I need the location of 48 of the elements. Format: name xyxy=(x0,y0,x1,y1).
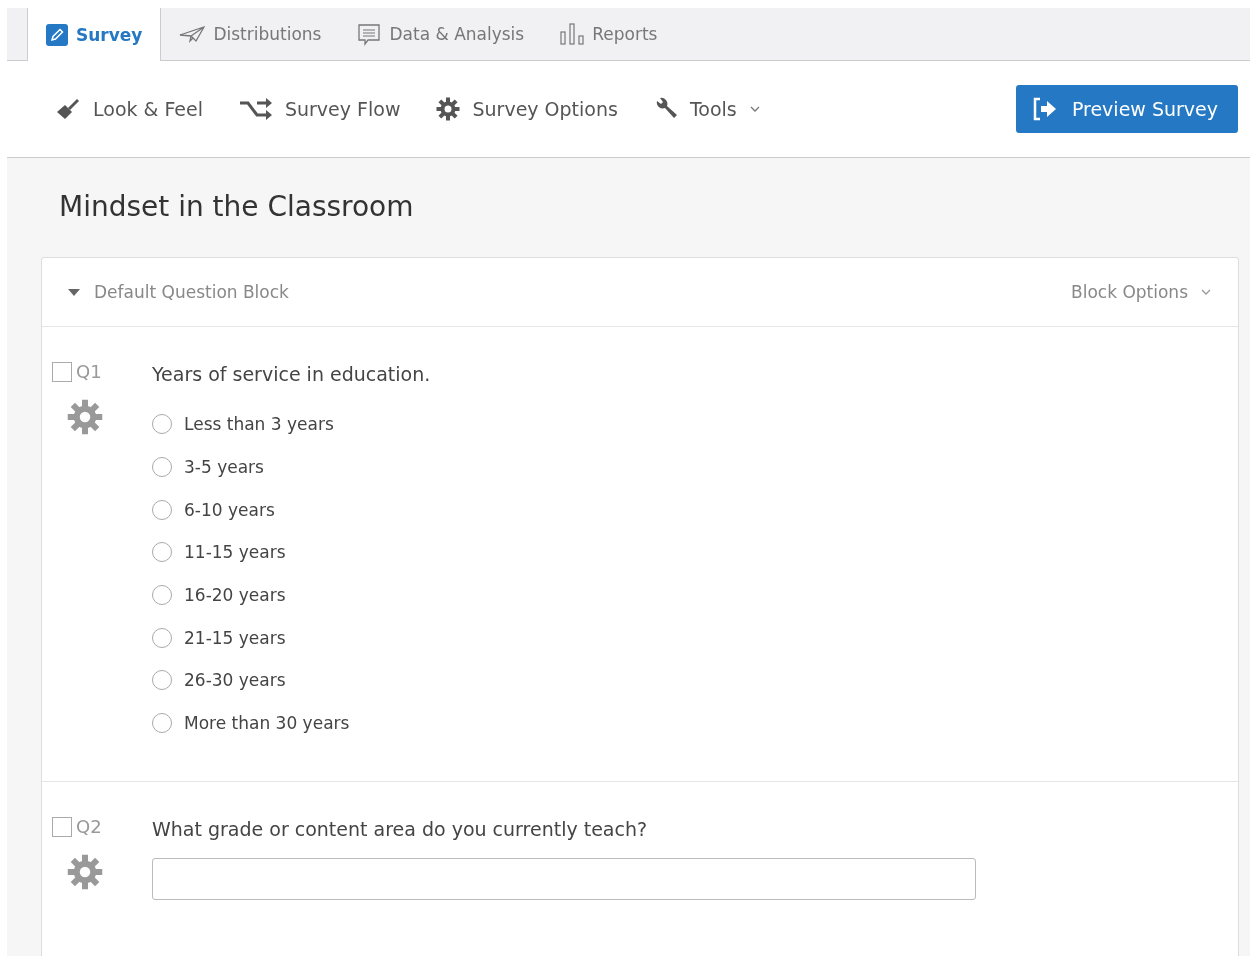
radio-button[interactable] xyxy=(152,713,172,734)
shuffle-icon xyxy=(238,97,273,121)
pencil-icon xyxy=(46,23,68,46)
tab[interactable]: Distributions xyxy=(161,8,340,60)
choice-label: 6-10 years xyxy=(184,499,275,520)
question-checkbox[interactable] xyxy=(52,816,72,837)
radio-button[interactable] xyxy=(152,627,172,648)
choice-label: 26-30 years xyxy=(184,670,286,691)
settings-icon[interactable] xyxy=(67,399,103,435)
choice-label: 3-5 years xyxy=(184,457,264,478)
radio-button[interactable] xyxy=(152,542,172,563)
radio-button[interactable] xyxy=(152,414,172,435)
choice-label: More than 30 years xyxy=(184,713,350,734)
survey-title: Mindset in the Classroom xyxy=(59,190,415,223)
tab[interactable]: Data & Analysis xyxy=(339,8,543,60)
question-number: Q2 xyxy=(76,815,102,838)
choice-label: 16-20 years xyxy=(184,585,286,606)
choice-label: 21-15 years xyxy=(184,627,286,648)
toolbar-item[interactable]: Survey Flow xyxy=(284,98,401,120)
question-text: What grade or content area do you currently teach? xyxy=(152,817,649,840)
preview-button[interactable]: Preview Survey xyxy=(1015,85,1238,133)
question-checkbox[interactable] xyxy=(52,362,72,382)
chevron-down-icon[interactable] xyxy=(1200,288,1212,296)
gear-icon[interactable] xyxy=(436,97,461,121)
tab[interactable]: Survey xyxy=(27,8,162,61)
radio-button[interactable] xyxy=(152,457,172,478)
exit-arrow-icon xyxy=(1031,97,1058,121)
answer-field[interactable] xyxy=(152,857,976,900)
radio-button[interactable] xyxy=(152,670,172,691)
radio-button[interactable] xyxy=(152,499,172,520)
toolbar-item[interactable]: Look & Feel xyxy=(93,98,203,120)
chevron-down-icon[interactable] xyxy=(748,105,761,113)
toolbar-item[interactable]: Survey Options xyxy=(472,98,618,120)
choice-label: 11-15 years xyxy=(184,542,286,563)
choice-label: Less than 3 years xyxy=(184,414,334,435)
radio-button[interactable] xyxy=(152,585,172,606)
paintbrush-icon xyxy=(55,96,81,122)
question-number: Q1 xyxy=(76,361,102,383)
settings-icon[interactable] xyxy=(67,853,103,890)
block-title: Default Question Block xyxy=(94,282,289,302)
tab[interactable]: Reports xyxy=(542,8,676,60)
question-text: Years of service in education. xyxy=(152,363,432,385)
block-options-button[interactable]: Block Options xyxy=(1071,282,1212,302)
bar-chart-icon xyxy=(560,23,585,45)
toolbar-item[interactable]: Tools xyxy=(689,98,737,120)
collapse-triangle-icon[interactable] xyxy=(68,288,80,296)
message-icon xyxy=(357,22,382,46)
paper-plane-icon xyxy=(179,25,206,43)
